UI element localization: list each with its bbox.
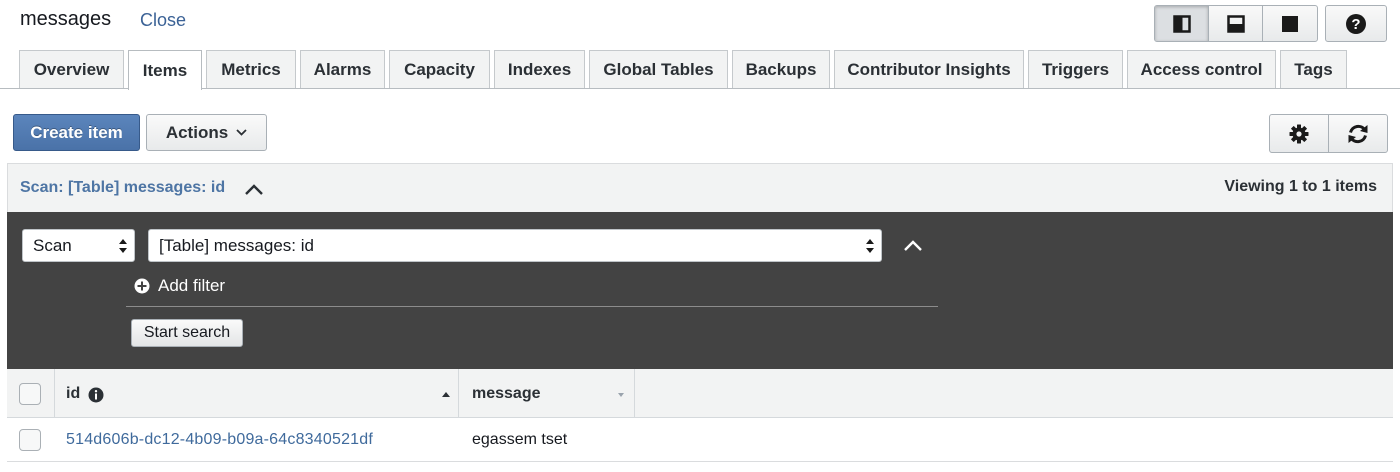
full-screen-button[interactable] (1263, 6, 1317, 41)
create-item-button[interactable]: Create item (13, 114, 140, 151)
tab-global-tables[interactable]: Global Tables (589, 50, 728, 88)
operation-select[interactable]: Scan (22, 229, 135, 262)
row-divider (7, 461, 1393, 462)
svg-text:?: ? (1351, 16, 1360, 33)
table-header (7, 369, 1393, 418)
tab-backups[interactable]: Backups (732, 50, 830, 88)
select-arrows-icon (119, 239, 127, 253)
target-select[interactable]: [Table] messages: id (148, 229, 882, 262)
select-arrows-icon (866, 239, 874, 253)
info-icon[interactable] (88, 387, 104, 403)
split-bottom-button[interactable] (1209, 6, 1263, 41)
help-icon: ? (1346, 13, 1366, 34)
plus-circle-icon (134, 278, 150, 294)
refresh-button[interactable] (1329, 115, 1388, 152)
collapse-chevron-icon[interactable] (903, 238, 923, 252)
tab-contributor-insights[interactable]: Contributor Insights (834, 50, 1024, 88)
table-tools-group (1269, 114, 1388, 153)
select-all-checkbox[interactable] (19, 383, 41, 405)
tab-bar: Overview Items Metrics Alarms Capacity I… (0, 50, 1400, 90)
tab-items[interactable]: Items (128, 50, 202, 90)
target-value: [Table] messages: id (159, 235, 314, 255)
item-id-link[interactable]: 514d606b-dc12-4b09-b09a-64c8340521df (66, 431, 373, 449)
start-search-button[interactable]: Start search (131, 319, 243, 347)
full-screen-icon (1282, 15, 1298, 32)
column-id-label: id (66, 385, 81, 402)
actions-label: Actions (165, 122, 229, 142)
add-filter-label: Add filter (158, 276, 226, 295)
tab-triggers[interactable]: Triggers (1028, 50, 1123, 88)
chevron-down-icon (236, 129, 247, 136)
column-message-label: message (472, 385, 541, 402)
tab-metrics[interactable]: Metrics (206, 50, 296, 88)
settings-button[interactable] (1270, 115, 1329, 152)
scan-summary-link[interactable]: Scan: [Table] messages: id (20, 179, 225, 197)
tab-access-control[interactable]: Access control (1127, 50, 1276, 88)
tab-indexes[interactable]: Indexes (494, 50, 585, 88)
gear-icon (1289, 124, 1309, 143)
layout-toggle-group (1154, 5, 1318, 42)
tab-overview[interactable]: Overview (19, 50, 124, 88)
tab-capacity[interactable]: Capacity (389, 50, 490, 88)
tab-alarms[interactable]: Alarms (300, 50, 385, 88)
page-title: messages (20, 8, 112, 30)
sort-ascending-icon[interactable] (441, 391, 451, 398)
column-header-id[interactable]: id (66, 385, 80, 403)
actions-dropdown[interactable]: Actions (146, 114, 267, 151)
sort-toggle-icon[interactable] (617, 392, 625, 398)
help-button[interactable]: ? (1325, 5, 1387, 42)
refresh-icon (1348, 124, 1368, 143)
column-separator (634, 369, 635, 418)
chevron-up-icon[interactable] (244, 182, 264, 196)
item-message: egassem tset (472, 431, 568, 448)
column-header-message[interactable]: message (472, 385, 541, 403)
operation-value: Scan (33, 235, 72, 255)
tab-tags[interactable]: Tags (1280, 50, 1347, 88)
split-right-icon (1172, 14, 1191, 33)
row-checkbox[interactable] (19, 429, 41, 451)
split-bottom-icon (1226, 14, 1245, 33)
split-right-button[interactable] (1155, 6, 1209, 41)
column-separator (54, 369, 55, 418)
viewing-count: Viewing 1 to 1 items (1224, 178, 1377, 195)
close-link[interactable]: Close (140, 10, 186, 31)
column-separator (458, 369, 459, 418)
add-filter-button[interactable]: Add filter (134, 276, 225, 296)
divider (126, 306, 938, 307)
